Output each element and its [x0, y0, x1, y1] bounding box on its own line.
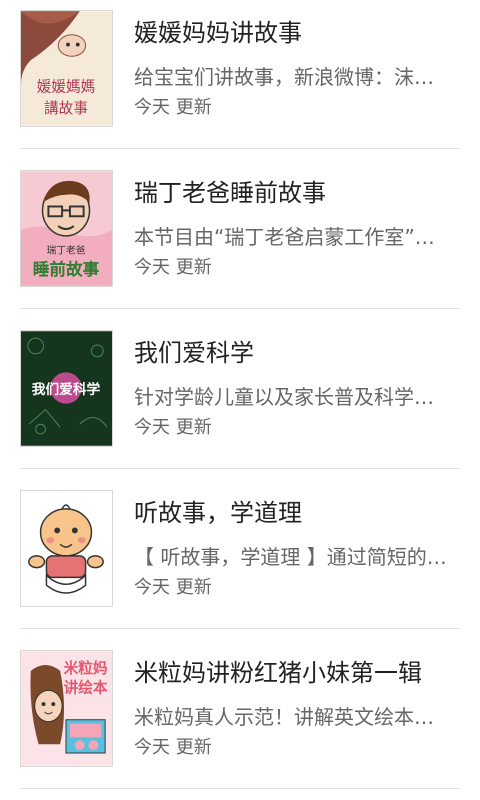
item-description: 给宝宝们讲故事，新浪微博：沫萌宝宝: [134, 65, 448, 89]
item-description: 米粒妈真人示范！讲解英文绘本《小猪佩奇》: [134, 705, 448, 729]
list-item[interactable]: 媛媛媽媽 講故事 媛媛妈妈讲故事 给宝宝们讲故事，新浪微博：沫萌宝宝 今天 更新: [0, 0, 480, 160]
item-description: 针对学龄儿童以及家长普及科学知识: [134, 385, 448, 409]
divider: [20, 628, 460, 629]
cartoon-dad-thumbnail: 瑞丁老爸 睡前故事: [20, 170, 113, 287]
divider: [20, 788, 460, 789]
item-updated: 今天 更新: [134, 97, 212, 118]
svg-text:瑞丁老爸: 瑞丁老爸: [46, 243, 85, 256]
divider: [20, 148, 460, 149]
mom-storybook-thumbnail: 米粒妈 讲绘本: [20, 650, 113, 767]
item-updated: 今天 更新: [134, 257, 212, 278]
item-title: 媛媛妈妈讲故事: [134, 19, 302, 47]
svg-text:媛媛媽媽: 媛媛媽媽: [37, 78, 96, 95]
science-chalkboard-thumbnail: 我们爱科学: [20, 330, 113, 447]
list-item[interactable]: 瑞丁老爸 睡前故事 瑞丁老爸睡前故事 本节目由“瑞丁老爸启蒙工作室”创作 今天 …: [0, 160, 480, 320]
item-updated: 今天 更新: [134, 577, 212, 598]
list-item[interactable]: 听故事，学道理 【 听故事，学道理 】通过简短的故事 今天 更新: [0, 480, 480, 640]
item-title: 听故事，学道理: [134, 499, 302, 527]
item-title: 瑞丁老爸睡前故事: [134, 179, 326, 207]
divider: [20, 468, 460, 469]
podcast-list: 媛媛媽媽 講故事 媛媛妈妈讲故事 给宝宝们讲故事，新浪微博：沫萌宝宝 今天 更新…: [0, 0, 480, 800]
baby-cartoon-thumbnail: [20, 490, 113, 607]
svg-text:我们爱科学: 我们爱科学: [32, 381, 101, 398]
svg-text:睡前故事: 睡前故事: [33, 259, 100, 279]
item-description: 本节目由“瑞丁老爸启蒙工作室”创作: [134, 225, 448, 249]
svg-text:米粒妈: 米粒妈: [64, 659, 108, 677]
item-updated: 今天 更新: [134, 737, 212, 758]
svg-text:講故事: 講故事: [44, 100, 88, 117]
divider: [20, 308, 460, 309]
item-updated: 今天 更新: [134, 417, 212, 438]
handdrawn-girl-thumbnail: 媛媛媽媽 講故事: [20, 10, 113, 127]
item-title: 米粒妈讲粉红猪小妹第一辑: [134, 659, 422, 687]
list-item[interactable]: 米粒妈 讲绘本 米粒妈讲粉红猪小妹第一辑 米粒妈真人示范！讲解英文绘本《小猪佩奇…: [0, 640, 480, 800]
item-description: 【 听故事，学道理 】通过简短的故事: [134, 545, 448, 569]
svg-text:讲绘本: 讲绘本: [64, 678, 108, 696]
item-title: 我们爱科学: [134, 339, 254, 367]
list-item[interactable]: 我们爱科学 我们爱科学 针对学龄儿童以及家长普及科学知识 今天 更新: [0, 320, 480, 480]
